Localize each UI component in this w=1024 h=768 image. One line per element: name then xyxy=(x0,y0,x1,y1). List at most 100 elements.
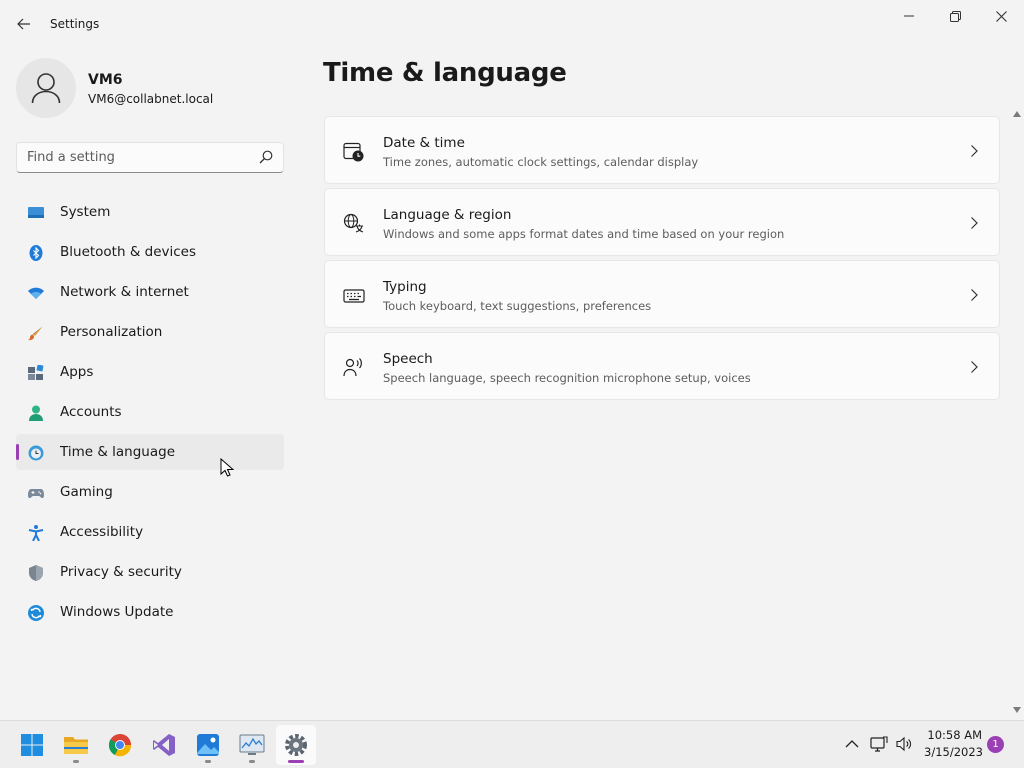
sidebar-item-network[interactable]: Network & internet xyxy=(16,274,284,310)
sidebar-item-windows-update[interactable]: Windows Update xyxy=(16,594,284,630)
user-name: VM6 xyxy=(88,72,123,88)
sidebar-item-personalization[interactable]: Personalization xyxy=(16,314,284,350)
search-input[interactable] xyxy=(17,143,247,172)
bluetooth-icon xyxy=(29,245,43,261)
minimize-icon xyxy=(904,15,914,17)
running-indicator xyxy=(205,760,211,763)
sidebar-item-gaming[interactable]: Gaming xyxy=(16,474,284,510)
back-button[interactable] xyxy=(10,10,38,38)
running-indicator xyxy=(249,760,255,763)
taskbar-chrome[interactable] xyxy=(100,725,140,765)
card-description: Windows and some apps format dates and t… xyxy=(383,227,785,241)
sidebar-nav: System Bluetooth & devices Network & int… xyxy=(16,194,284,634)
sidebar-item-label: Windows Update xyxy=(60,604,174,620)
sidebar-item-label: Accounts xyxy=(60,404,122,420)
taskbar-settings[interactable] xyxy=(276,725,316,765)
minimize-button[interactable] xyxy=(886,0,932,32)
user-email: VM6@collabnet.local xyxy=(88,92,214,106)
taskbar-visual-studio[interactable] xyxy=(144,725,184,765)
windows-logo-icon xyxy=(21,734,43,756)
person-icon xyxy=(29,405,43,421)
sidebar-item-label: Time & language xyxy=(60,444,176,460)
clock-time[interactable]: 10:58 AM xyxy=(924,728,982,742)
wifi-icon xyxy=(28,287,44,299)
restore-button[interactable] xyxy=(932,0,978,32)
apps-icon xyxy=(28,365,44,380)
photos-icon xyxy=(197,734,219,756)
monitor-chart-icon xyxy=(239,734,265,755)
sidebar-item-apps[interactable]: Apps xyxy=(16,354,284,390)
accessibility-icon xyxy=(28,525,44,541)
sidebar-item-system[interactable]: System xyxy=(16,194,284,230)
mouse-cursor-icon xyxy=(220,458,234,477)
sidebar-item-accounts[interactable]: Accounts xyxy=(16,394,284,430)
sidebar-item-bluetooth[interactable]: Bluetooth & devices xyxy=(16,234,284,270)
volume-icon[interactable] xyxy=(895,735,913,753)
sidebar-item-label: Apps xyxy=(60,364,94,380)
gear-icon xyxy=(285,734,307,756)
globe-clock-icon xyxy=(28,445,44,461)
update-icon xyxy=(28,605,44,621)
page-title: Time & language xyxy=(323,58,567,88)
keyboard-icon xyxy=(343,289,365,303)
calendar-clock-icon xyxy=(343,142,364,162)
sidebar-item-label: Privacy & security xyxy=(60,564,182,580)
card-title: Language & region xyxy=(383,207,512,223)
arrow-left-icon xyxy=(17,18,30,30)
start-button[interactable] xyxy=(12,725,52,765)
chevron-right-icon xyxy=(971,145,978,157)
app-title: Settings xyxy=(50,17,100,31)
close-button[interactable] xyxy=(978,0,1024,32)
sidebar-item-time-language[interactable]: Time & language xyxy=(16,434,284,470)
notification-badge[interactable]: 1 xyxy=(987,736,1004,753)
monitor-icon xyxy=(28,207,44,218)
card-title: Typing xyxy=(383,279,427,295)
running-indicator xyxy=(73,760,79,763)
network-icon[interactable] xyxy=(870,735,888,753)
card-description: Time zones, automatic clock settings, ca… xyxy=(383,155,699,169)
chevron-up-icon[interactable] xyxy=(843,735,861,753)
sidebar-item-label: Network & internet xyxy=(60,284,189,300)
search-icon[interactable] xyxy=(259,150,273,164)
card-description: Touch keyboard, text suggestions, prefer… xyxy=(383,299,652,313)
gamepad-icon xyxy=(28,489,44,498)
sidebar-item-label: Bluetooth & devices xyxy=(60,244,197,260)
sidebar-item-label: Personalization xyxy=(60,324,163,340)
scroll-down-icon[interactable] xyxy=(1012,706,1022,714)
taskbar-photos[interactable] xyxy=(188,725,228,765)
chevron-right-icon xyxy=(971,217,978,229)
card-date-time[interactable]: Date & time Time zones, automatic clock … xyxy=(324,116,1000,184)
language-icon xyxy=(343,213,364,233)
user-icon xyxy=(31,73,61,104)
card-title: Date & time xyxy=(383,135,465,151)
sidebar-item-label: System xyxy=(60,204,111,220)
clock-date[interactable]: 3/15/2023 xyxy=(924,745,983,759)
chrome-icon xyxy=(108,734,132,757)
search-box xyxy=(16,142,284,173)
close-icon xyxy=(995,10,1007,22)
title-bar: Settings xyxy=(0,0,1024,48)
taskbar-file-explorer[interactable] xyxy=(56,725,96,765)
settings-cards: Date & time Time zones, automatic clock … xyxy=(324,116,1000,404)
avatar[interactable] xyxy=(16,58,76,118)
running-indicator xyxy=(288,760,304,763)
taskbar-resource-monitor[interactable] xyxy=(232,725,272,765)
card-typing[interactable]: Typing Touch keyboard, text suggestions,… xyxy=(324,260,1000,328)
taskbar xyxy=(0,720,1024,768)
card-speech[interactable]: Speech Speech language, speech recogniti… xyxy=(324,332,1000,400)
card-language-region[interactable]: Language & region Windows and some apps … xyxy=(324,188,1000,256)
card-description: Speech language, speech recognition micr… xyxy=(383,371,751,385)
visual-studio-icon xyxy=(153,734,175,756)
chevron-right-icon xyxy=(971,289,978,301)
scroll-up-icon[interactable] xyxy=(1012,110,1022,118)
folder-icon xyxy=(64,737,88,754)
brush-icon xyxy=(28,326,43,341)
sidebar-item-privacy[interactable]: Privacy & security xyxy=(16,554,284,590)
chevron-right-icon xyxy=(971,361,978,373)
speech-icon xyxy=(343,358,362,377)
sidebar-item-accessibility[interactable]: Accessibility xyxy=(16,514,284,550)
shield-icon xyxy=(29,565,43,581)
sidebar-item-label: Accessibility xyxy=(60,524,144,540)
card-title: Speech xyxy=(383,351,433,367)
sidebar-item-label: Gaming xyxy=(60,484,113,500)
